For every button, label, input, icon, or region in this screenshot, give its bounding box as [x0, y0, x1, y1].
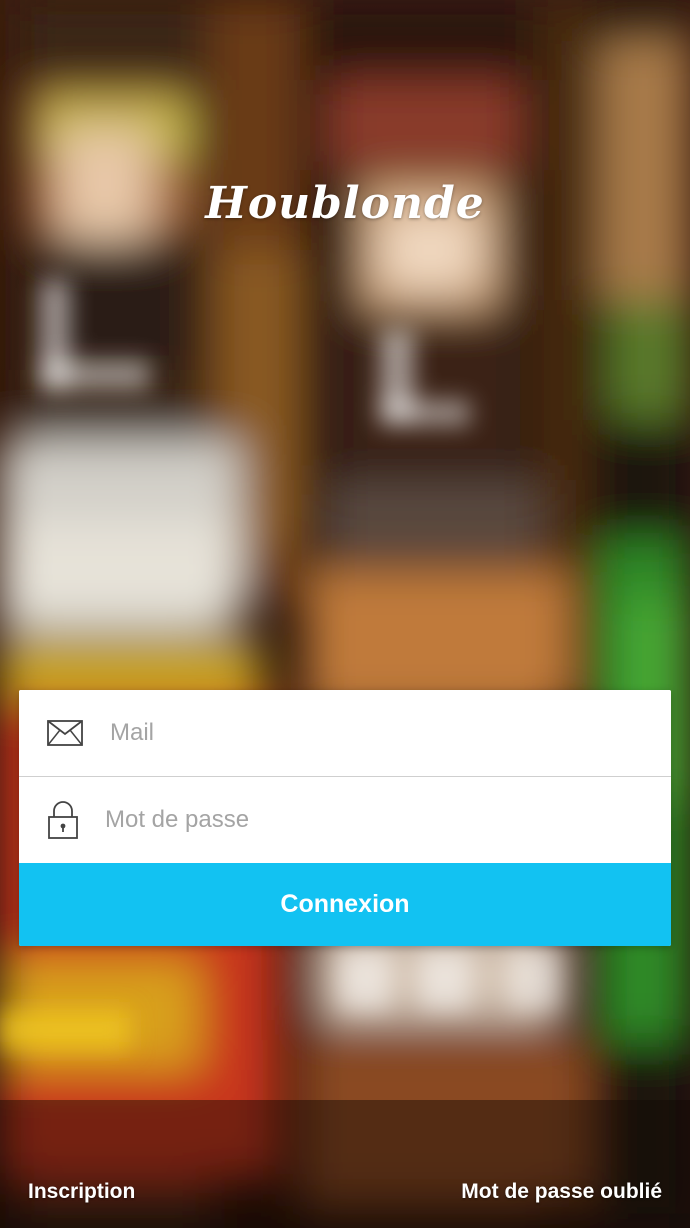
login-button[interactable]: Connexion [19, 863, 671, 946]
email-field[interactable] [19, 690, 671, 776]
app-logo: Houblonde [205, 178, 485, 229]
signup-link[interactable]: Inscription [28, 1180, 135, 1204]
email-input[interactable] [110, 690, 650, 776]
envelope-icon [47, 690, 83, 776]
login-form: Connexion [19, 690, 671, 946]
password-input[interactable] [105, 777, 650, 863]
padlock-icon [47, 777, 79, 863]
forgot-password-link[interactable]: Mot de passe oublié [461, 1180, 662, 1204]
password-field[interactable] [19, 777, 671, 863]
login-screen: Houblonde Mail Connexion Inscription Mot… [0, 0, 690, 1228]
